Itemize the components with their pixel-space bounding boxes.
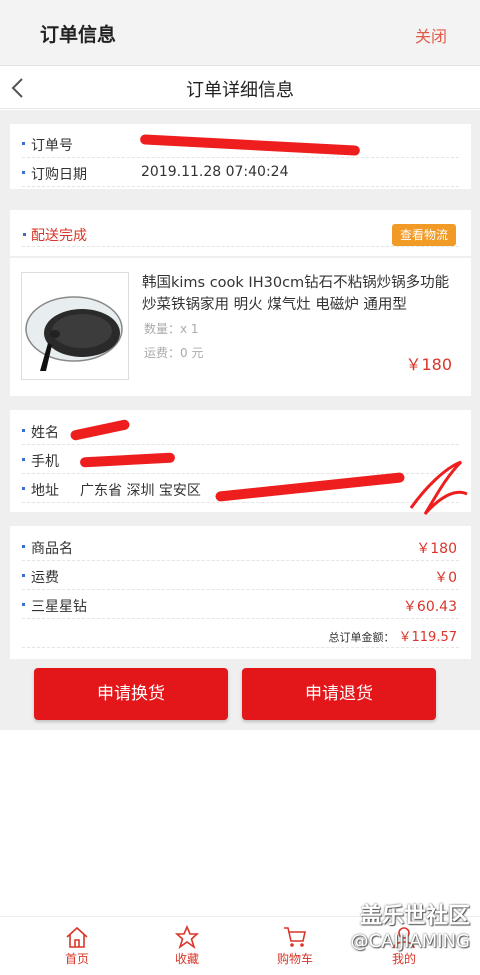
summary-label: 三星星钻 xyxy=(31,599,87,615)
tab-favorites[interactable]: 收藏 xyxy=(147,917,227,967)
order-date-label: 订购日期 xyxy=(31,167,87,183)
cart-icon xyxy=(284,927,306,947)
star-icon xyxy=(174,925,200,949)
sub-header: 订单详细信息 xyxy=(0,67,480,109)
address-label: 地址 xyxy=(31,483,59,499)
scribble-mark xyxy=(409,460,468,515)
top-bar: 订单信息 关闭 xyxy=(0,0,480,66)
total-value: ￥119.57 xyxy=(398,630,458,645)
close-button[interactable]: 关闭 xyxy=(415,23,447,47)
summary-value: ￥60.43 xyxy=(402,599,457,615)
order-info-card: 订单号 订购日期 2019.11.28 07:40:24 xyxy=(10,124,471,189)
summary-row: 三星星钻 ￥60.43 xyxy=(22,590,459,619)
tab-label: 购物车 xyxy=(276,952,313,966)
recipient-card: 姓名 手机 地址 广东省 深圳 宝安区 xyxy=(10,410,471,515)
product-image[interactable] xyxy=(21,272,129,380)
tab-home[interactable]: 首页 xyxy=(37,917,117,967)
order-number-label: 订单号 xyxy=(31,138,73,154)
tab-label: 首页 xyxy=(64,952,89,966)
watermark-handle: @CAIJIAMING xyxy=(350,931,470,952)
summary-card: 商品名 ￥180 运费 ￥0 三星星钻 ￥60.43 总订单金额： ￥119.57 xyxy=(10,526,471,659)
product-card[interactable]: 韩国kims cook IH30cm钻石不粘锅炒锅多功能炒菜铁锅家用 明火 煤气… xyxy=(10,258,471,396)
summary-label: 运费 xyxy=(31,570,59,586)
tab-label: 我的 xyxy=(391,952,416,966)
product-quantity: 数量：x 1 xyxy=(144,322,199,336)
summary-value: ￥180 xyxy=(416,541,457,557)
name-label: 姓名 xyxy=(31,425,59,441)
refund-button[interactable]: 申请退货 xyxy=(242,668,436,720)
wok-pan-icon xyxy=(25,296,123,371)
page-title: 订单信息 xyxy=(40,24,117,46)
total-row: 总订单金额： ￥119.57 xyxy=(22,619,459,648)
summary-row: 商品名 ￥180 xyxy=(22,532,459,561)
order-date-value: 2019.11.28 07:40:24 xyxy=(141,164,289,180)
summary-row: 运费 ￥0 xyxy=(22,561,459,590)
summary-value: ￥0 xyxy=(434,570,457,586)
product-name[interactable]: 韩国kims cook IH30cm钻石不粘锅炒锅多功能炒菜铁锅家用 明火 煤气… xyxy=(142,272,460,316)
product-shipping: 运费：0 元 xyxy=(144,346,204,360)
phone-label: 手机 xyxy=(31,454,59,470)
product-price: ￥180 xyxy=(405,355,452,374)
summary-label: 商品名 xyxy=(31,541,73,557)
watermark-text: 盖乐世社区 xyxy=(359,904,470,929)
address-value: 广东省 深圳 宝安区 xyxy=(80,483,201,499)
delivery-status: 配送完成 xyxy=(31,228,87,244)
sub-title: 订单详细信息 xyxy=(186,80,294,101)
tab-label: 收藏 xyxy=(174,952,199,966)
total-label: 总订单金额： ￥119.57 xyxy=(328,630,458,645)
home-icon xyxy=(66,926,88,948)
exchange-button[interactable]: 申请换货 xyxy=(34,668,228,720)
order-date-row: 订购日期 2019.11.28 07:40:24 xyxy=(22,158,459,187)
tab-cart[interactable]: 购物车 xyxy=(255,917,335,967)
view-logistics-button[interactable]: 查看物流 xyxy=(392,224,456,246)
